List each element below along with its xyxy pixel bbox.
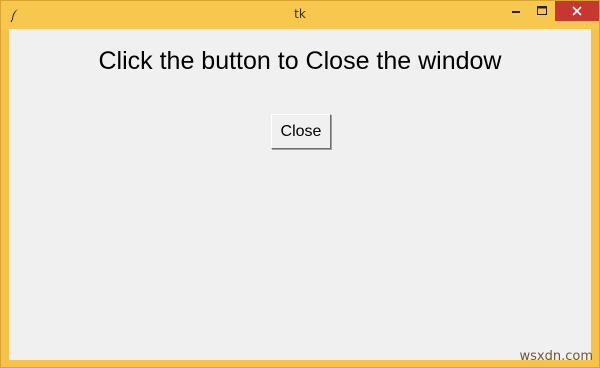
close-window-button[interactable] bbox=[555, 1, 599, 21]
minimize-button[interactable] bbox=[503, 1, 529, 21]
window-content: Click the button to Close the window Clo… bbox=[9, 29, 591, 360]
minimize-icon bbox=[512, 11, 520, 13]
maximize-button[interactable] bbox=[529, 1, 555, 21]
close-button[interactable]: Close bbox=[271, 114, 331, 149]
window-controls bbox=[503, 1, 599, 21]
app-window: tk Click the button to Close the window bbox=[0, 0, 600, 368]
maximize-icon bbox=[537, 6, 547, 15]
watermark-text: wsxdn.com bbox=[519, 349, 594, 364]
instruction-label: Click the button to Close the window bbox=[98, 47, 502, 75]
close-icon bbox=[572, 6, 582, 16]
title-bar[interactable]: tk bbox=[1, 1, 599, 29]
